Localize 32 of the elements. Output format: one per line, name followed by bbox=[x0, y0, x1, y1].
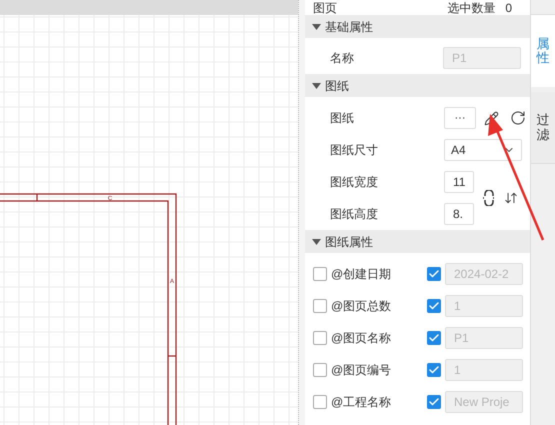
attribute-label: @图页总数 bbox=[330, 298, 392, 315]
selected-count: 0 bbox=[505, 0, 512, 14]
attribute-label: @创建日期 bbox=[330, 266, 392, 283]
field-label: 图纸宽度 bbox=[329, 174, 379, 191]
field-label: 图纸 bbox=[329, 110, 355, 127]
section-title: 图纸 bbox=[325, 78, 349, 94]
edit-icon[interactable] bbox=[484, 110, 499, 126]
side-tab[interactable]: 过滤 bbox=[531, 92, 555, 164]
caret-icon bbox=[312, 82, 321, 88]
attribute-label: @工程名称 bbox=[330, 394, 392, 411]
size-select[interactable]: A4 bbox=[444, 139, 522, 161]
swap-icon[interactable] bbox=[504, 191, 518, 205]
section-header[interactable]: 图纸属性 bbox=[305, 230, 530, 253]
input-field[interactable]: 8. bbox=[444, 203, 474, 225]
side-tab[interactable]: 属性 bbox=[531, 15, 555, 87]
field-label: 名称 bbox=[329, 50, 355, 67]
page-label: 图页 bbox=[313, 0, 337, 14]
section-header[interactable]: 基础属性 bbox=[305, 15, 530, 38]
selected-count-label: 选中数量 bbox=[447, 0, 496, 14]
attribute-label: @图页编号 bbox=[330, 362, 392, 379]
attribute-label: @图页名称 bbox=[330, 330, 392, 347]
section-title: 基础属性 bbox=[325, 18, 373, 36]
link-icon[interactable] bbox=[482, 190, 496, 206]
caret-icon bbox=[312, 24, 321, 30]
browse-button[interactable]: ··· bbox=[444, 107, 476, 129]
field-label: 图纸尺寸 bbox=[329, 142, 379, 159]
refresh-icon[interactable] bbox=[510, 110, 526, 126]
input-field[interactable]: 11 bbox=[444, 171, 474, 193]
field-label: 图纸高度 bbox=[329, 206, 379, 223]
caret-icon bbox=[312, 238, 321, 244]
section-title: 图纸属性 bbox=[325, 234, 373, 250]
section-header[interactable]: 图纸 bbox=[305, 74, 530, 97]
